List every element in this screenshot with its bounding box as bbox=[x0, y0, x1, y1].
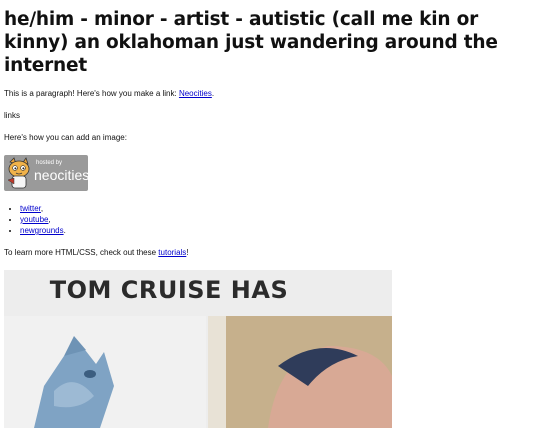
badge-hosted-by-text: hosted by bbox=[36, 160, 63, 166]
meme-image: TOM CRUISE HAS bbox=[4, 270, 392, 428]
learn-more-paragraph: To learn more HTML/CSS, check out these … bbox=[4, 248, 540, 258]
image-intro: Here's how you can add an image: bbox=[4, 133, 127, 142]
list-item-suffix: . bbox=[63, 226, 66, 235]
intro-paragraph: This is a paragraph! Here's how you make… bbox=[4, 89, 540, 99]
face-photo-image bbox=[208, 316, 392, 428]
blue-creature-image bbox=[34, 336, 114, 428]
neocities-link[interactable]: Neocities bbox=[179, 89, 212, 98]
learn-more-text-end: ! bbox=[186, 248, 189, 257]
learn-more-text: To learn more HTML/CSS, check out these bbox=[4, 248, 159, 257]
social-links-list: twitter, youtube, newgrounds. bbox=[4, 203, 540, 236]
list-item: twitter, bbox=[20, 203, 540, 214]
list-item-suffix: , bbox=[48, 215, 51, 224]
meme-photo-left bbox=[4, 316, 206, 428]
page-heading: he/him - minor - artist - autistic (call… bbox=[4, 9, 498, 76]
meme-photo-right bbox=[208, 316, 392, 428]
intro-text: This is a paragraph! Here's how you make… bbox=[4, 89, 179, 98]
list-item: newgrounds. bbox=[20, 225, 540, 236]
list-item-suffix: , bbox=[40, 204, 44, 213]
page-content: he/him - minor - artist - autistic (call… bbox=[0, 0, 540, 428]
twitter-link[interactable]: twitter bbox=[20, 204, 41, 213]
badge-neocities-text: neocities bbox=[34, 167, 88, 183]
links-label: links bbox=[4, 111, 21, 120]
neocities-cat-icon bbox=[7, 157, 30, 189]
intro-text-end: . bbox=[211, 89, 215, 98]
meme-caption: TOM CRUISE HAS bbox=[49, 276, 289, 304]
tutorials-link[interactable]: tutorials bbox=[158, 248, 186, 257]
hosted-by-neocities-badge[interactable]: hosted by neocities bbox=[4, 155, 88, 191]
list-item: youtube, bbox=[20, 214, 540, 225]
youtube-link[interactable]: youtube bbox=[20, 215, 48, 224]
newgrounds-link[interactable]: newgrounds bbox=[20, 226, 64, 235]
